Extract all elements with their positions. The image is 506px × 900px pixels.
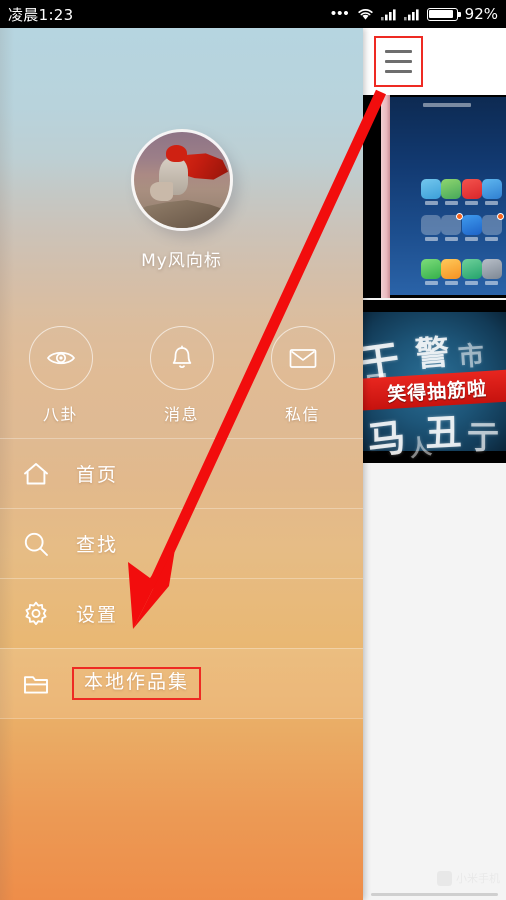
chalk-char: 马: [364, 414, 408, 463]
search-icon: [22, 530, 62, 558]
app-icon: [421, 179, 441, 205]
watermark-text: 小米手机: [456, 873, 500, 885]
app-top-bar: [363, 28, 506, 95]
home-icon: [22, 461, 62, 487]
app-icon-folder: [441, 213, 464, 241]
folder-icon: [22, 671, 62, 697]
battery-icon: [426, 7, 461, 21]
app-icon-folder: [481, 213, 504, 241]
app-icon: [481, 179, 502, 205]
profile-username[interactable]: My风向标: [0, 246, 363, 271]
sidebar-item-settings[interactable]: 设置: [0, 578, 363, 648]
signal-icon: [380, 8, 396, 20]
bell-icon: [149, 326, 214, 390]
hamburger-bar: [385, 60, 412, 63]
quick-action-label: 八卦: [42, 405, 78, 424]
hamburger-bar: [385, 70, 412, 73]
avatar-hair: [165, 145, 187, 162]
app-icon-row: [421, 213, 504, 241]
avatar-image: [131, 129, 233, 231]
chalk-char: 亍: [467, 418, 500, 456]
sidebar-item-search[interactable]: 查找: [0, 508, 363, 578]
video-banner-text: 笑得抽筋啦: [386, 377, 488, 406]
app-dock-row: [421, 259, 502, 285]
eye-icon: [28, 326, 93, 390]
hamburger-bar: [385, 50, 412, 53]
quick-action-row: 八卦 消息 私信: [0, 326, 363, 425]
list-item[interactable]: [363, 95, 506, 298]
nav-indicator: [371, 893, 498, 896]
chalk-char: 市: [457, 341, 486, 373]
watermark: 小米手机: [437, 870, 500, 886]
navigation-drawer: My风向标 八卦 消息 私信 首页 查找 设置 本地作品集: [0, 28, 363, 900]
phone-app-icon: [421, 259, 441, 285]
phone-bezel-edge: [381, 95, 390, 298]
status-clock: 凌晨1:23: [8, 5, 74, 24]
avatar-leg: [150, 181, 174, 202]
quick-action-label: 消息: [163, 405, 199, 424]
signal-icon: [403, 8, 419, 20]
sidebar-item-label: 设置: [76, 604, 119, 626]
app-content-panel: 干 警 市 口 马 丑 亍 人 笑得抽筋啦 小米手机: [363, 28, 506, 900]
sidebar-item-label: 查找: [76, 534, 119, 556]
sidebar-item-local-collection[interactable]: 本地作品集: [0, 648, 363, 718]
envelope-icon: [270, 326, 335, 390]
wifi-icon: [358, 8, 373, 20]
quick-action-label: 私信: [284, 405, 320, 424]
camera-app-icon: [481, 259, 502, 285]
sidebar-item-label: 本地作品集: [72, 667, 202, 700]
sidebar-item-label: 首页: [76, 464, 119, 486]
sidebar-item-home[interactable]: 首页: [0, 438, 363, 508]
quick-action-gossip[interactable]: 八卦: [0, 326, 121, 425]
app-icon-folder: [421, 215, 441, 241]
avatar-rock: [134, 200, 230, 228]
watermark-logo-icon: [437, 870, 452, 886]
phone-home-screen-photo: [389, 97, 506, 295]
quick-action-notifications[interactable]: 消息: [121, 326, 242, 425]
app-icon: [461, 215, 482, 241]
blue-chalkboard-video-thumbnail: 干 警 市 口 马 丑 亍 人 笑得抽筋啦: [363, 312, 506, 463]
status-icons: ••• 92%: [331, 5, 498, 23]
more-dots-icon: •••: [330, 5, 350, 22]
messages-app-icon: [441, 259, 462, 285]
battery-percent: 92%: [464, 5, 498, 23]
phone-screen: 凌晨1:23 ••• 92% 干 警 市 马 丑 亍 人 笑得抽筋啦 小米手机 …: [0, 0, 506, 900]
app-icon: [461, 179, 482, 205]
photo-statusbar-line: [423, 103, 471, 107]
status-bar: 凌晨1:23 ••• 92%: [0, 0, 506, 28]
chalk-char: 警: [413, 332, 451, 376]
avatar[interactable]: [131, 129, 233, 231]
app-icon: [441, 179, 462, 205]
drawer-menu-list: 首页 查找 设置 本地作品集: [0, 438, 363, 718]
menu-bottom-divider: [0, 718, 363, 719]
browser-app-icon: [461, 259, 482, 285]
quick-action-messages[interactable]: 私信: [242, 326, 363, 425]
hamburger-menu-icon[interactable]: [374, 36, 423, 87]
list-item[interactable]: 干 警 市 口 马 丑 亍 人 笑得抽筋啦: [363, 300, 506, 463]
gear-icon: [22, 600, 62, 628]
app-icon-row: [421, 179, 502, 205]
